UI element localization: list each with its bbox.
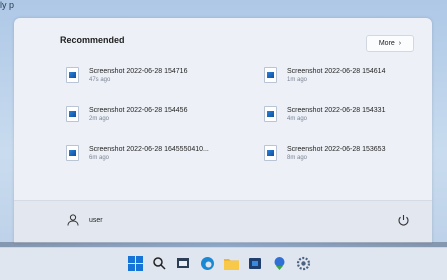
app-icon[interactable] — [271, 255, 287, 271]
recommended-item[interactable]: Screenshot 2022-06-28 153653 8m ago — [264, 145, 385, 161]
recommended-item-time: 1m ago — [287, 76, 308, 83]
recommended-item-name: Screenshot 2022-06-28 153653 — [287, 145, 386, 153]
file-explorer-icon[interactable] — [175, 255, 191, 271]
recommended-item-name: Screenshot 2022-06-28 154716 — [89, 67, 188, 75]
search-icon[interactable] — [151, 255, 167, 271]
image-file-icon — [66, 67, 79, 83]
recommended-item-name: Screenshot 2022-06-28 154614 — [287, 67, 386, 75]
edge-browser-icon[interactable] — [199, 255, 215, 271]
recommended-item-time: 47s ago — [89, 76, 111, 83]
recommended-item-name: Screenshot 2022-06-28 154456 — [89, 106, 188, 114]
more-button-label: More — [378, 40, 395, 47]
taskbar — [0, 247, 447, 280]
settings-icon[interactable] — [295, 255, 311, 271]
chevron-right-icon: › — [398, 40, 402, 47]
image-file-icon — [264, 106, 277, 122]
more-button[interactable]: More › — [366, 35, 414, 52]
background-text: ly p — [0, 0, 15, 10]
recommended-item-name: Screenshot 2022-06-28 1645550410... — [89, 145, 209, 153]
image-file-icon — [264, 67, 277, 83]
user-button[interactable]: user — [66, 213, 103, 227]
image-file-icon — [264, 145, 277, 161]
power-icon[interactable] — [397, 214, 410, 227]
recommended-item-time: 4m ago — [287, 115, 308, 122]
recommended-item[interactable]: Screenshot 2022-06-28 1645550410... 6m a… — [66, 145, 209, 161]
start-menu: Recommended More › Screenshot 2022-06-28… — [14, 18, 432, 243]
recommended-item-time: 8m ago — [287, 154, 308, 161]
recommended-item[interactable]: Screenshot 2022-06-28 154614 1m ago — [264, 67, 385, 83]
user-icon — [67, 214, 79, 226]
recommended-item[interactable]: Screenshot 2022-06-28 154331 4m ago — [264, 106, 385, 122]
folder-icon[interactable] — [223, 255, 239, 271]
recommended-item[interactable]: Screenshot 2022-06-28 154716 47s ago — [66, 67, 187, 83]
image-file-icon — [66, 106, 79, 122]
recommended-title: Recommended — [60, 35, 125, 45]
windows-start-icon[interactable] — [127, 255, 143, 271]
recommended-item[interactable]: Screenshot 2022-06-28 154456 2m ago — [66, 106, 187, 122]
image-file-icon — [66, 145, 79, 161]
recommended-item-time: 6m ago — [89, 154, 110, 161]
start-menu-footer: user — [14, 200, 432, 243]
store-icon[interactable] — [247, 255, 263, 271]
recommended-item-time: 2m ago — [89, 115, 110, 122]
user-name: user — [89, 216, 103, 224]
recommended-item-name: Screenshot 2022-06-28 154331 — [287, 106, 386, 114]
